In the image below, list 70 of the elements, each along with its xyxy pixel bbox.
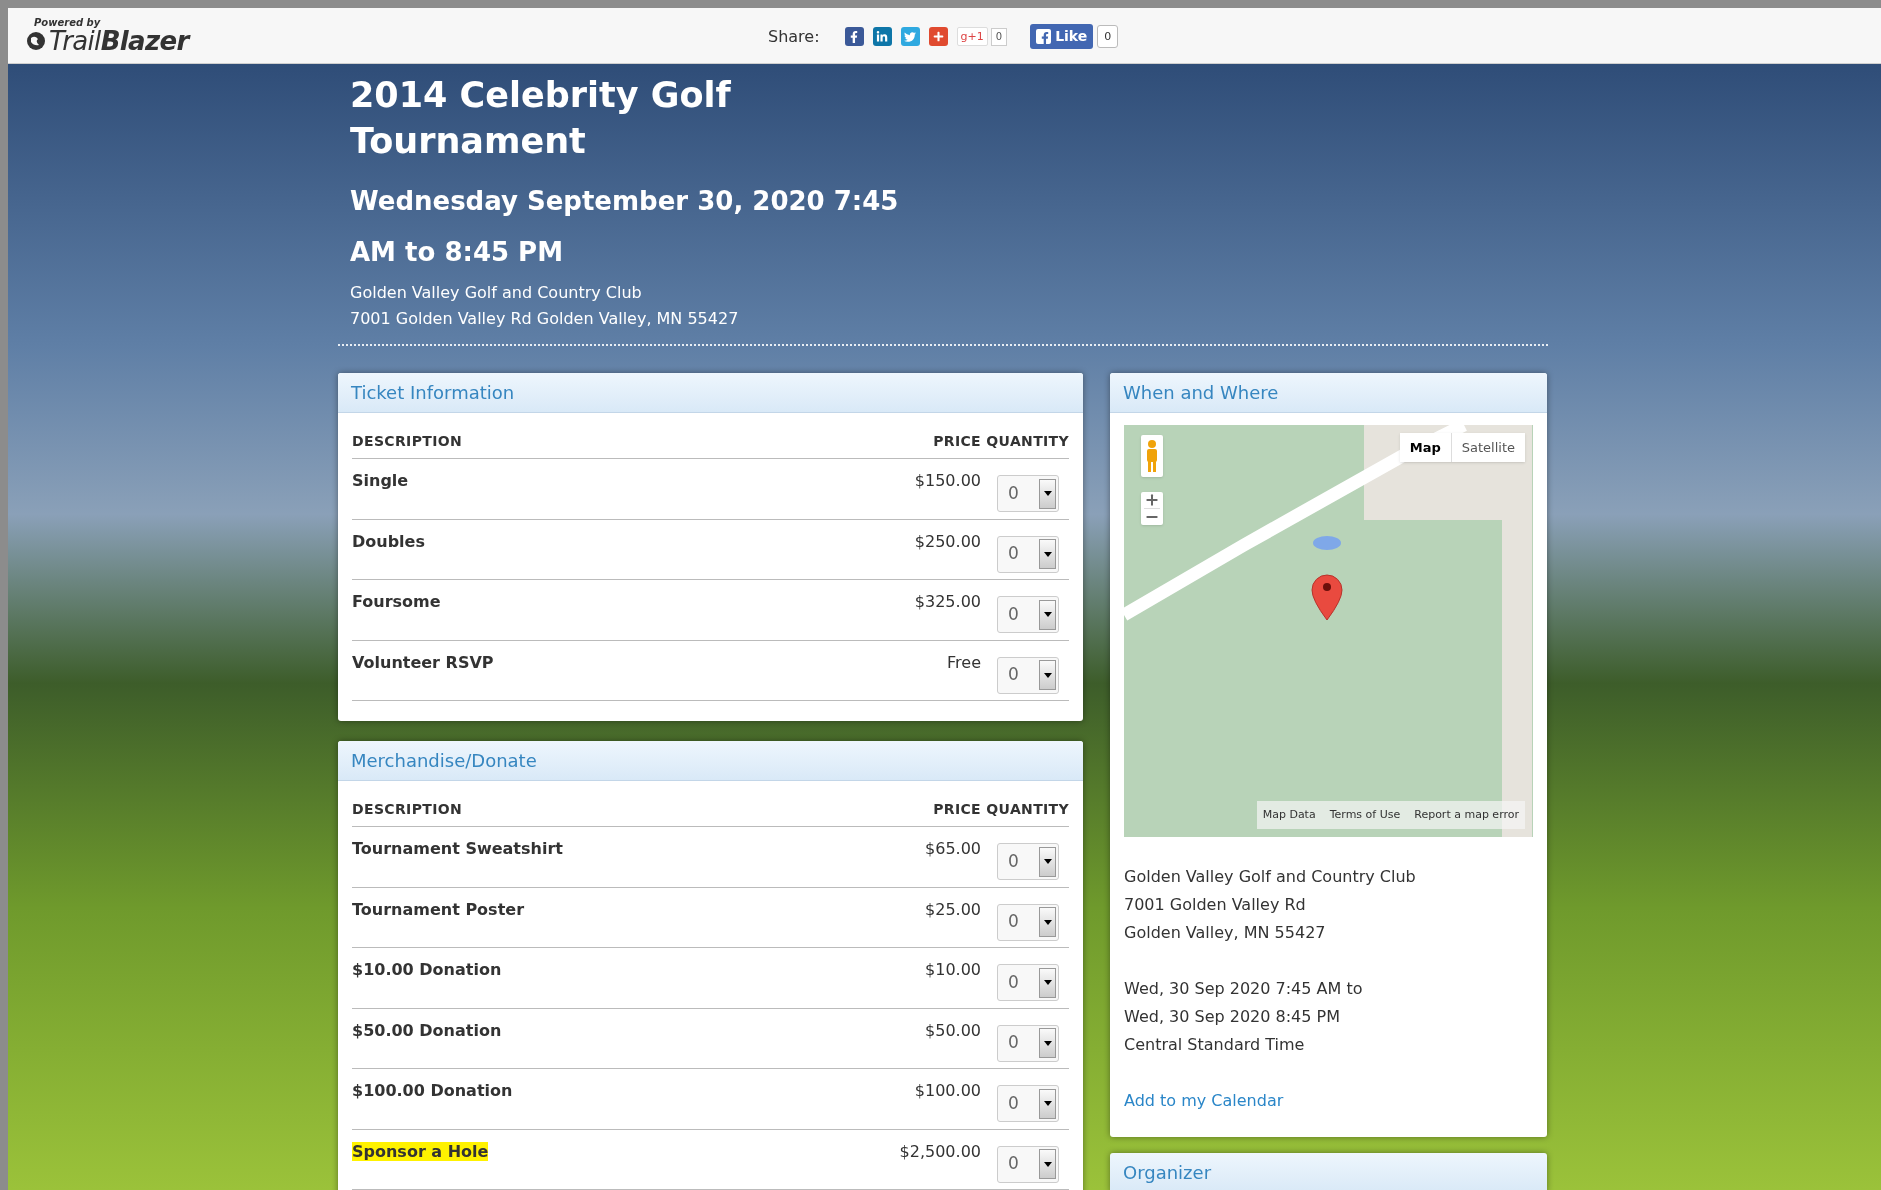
linkedin-icon[interactable]: [872, 27, 892, 46]
venue-address: 7001 Golden Valley Rd Golden Valley, MN 55427: [350, 308, 740, 330]
quantity-select[interactable]: 0: [997, 903, 1059, 941]
item-price: $50.00: [924, 1019, 981, 1042]
item-price: $10.00: [924, 959, 981, 981]
powered-by-text: Powered by: [34, 17, 102, 28]
map[interactable]: Map Satellite Map Data Terms of Use Report a map error: [1124, 425, 1533, 837]
item-description: Tournament Poster: [352, 899, 524, 919]
item-price: $2,500.00: [898, 1140, 981, 1163]
item-price: $325.00: [913, 591, 981, 613]
time-line: Wed, 30 Sep 2020 8:45 PM: [1124, 1006, 1341, 1028]
item-description: $100.00 Donation: [352, 1081, 513, 1100]
panel-title: When and Where: [1123, 381, 1279, 405]
quantity-select[interactable]: 0: [997, 475, 1059, 512]
venue-name: Golden Valley Golf and Country Club: [350, 282, 643, 304]
quantity-select[interactable]: 0: [997, 843, 1059, 880]
zoom-in-icon[interactable]: [1144, 492, 1160, 508]
quantity-select[interactable]: 0: [997, 964, 1059, 1001]
map-type-button[interactable]: Map: [1399, 433, 1451, 462]
brand-logo[interactable]: TrailBlazer: [49, 27, 189, 54]
column-header: QUANTITY: [985, 432, 1069, 451]
facebook-icon[interactable]: [844, 27, 864, 46]
panel-title: Merchandise/Donate: [351, 749, 537, 773]
address-line: Golden Valley Golf and Country Club: [1124, 866, 1417, 888]
item-description: Sponsor a Hole: [352, 1141, 489, 1161]
quantity-select[interactable]: 0: [997, 1085, 1059, 1122]
google-plus-button[interactable]: g+1: [956, 27, 988, 46]
quantity-select[interactable]: 0: [997, 656, 1059, 694]
item-description: Single: [352, 471, 409, 490]
map-footer-link[interactable]: Map Data: [1262, 801, 1316, 829]
twitter-icon[interactable]: [900, 27, 920, 46]
panel-title: Ticket Information: [351, 381, 515, 405]
event-date: Wednesday September 30, 2020 7:45 AM to 8:45 PM: [350, 185, 900, 269]
quantity-select[interactable]: 0: [997, 535, 1059, 573]
like-button[interactable]: Like: [1030, 24, 1094, 49]
like-count: 0: [1097, 25, 1119, 48]
item-description: Volunteer RSVP: [352, 652, 494, 672]
item-price: $65.00: [924, 838, 981, 860]
address-line: 7001 Golden Valley Rd: [1124, 894, 1307, 916]
item-description: $50.00 Donation: [352, 1020, 502, 1040]
map-footer-link[interactable]: Terms of Use: [1329, 801, 1401, 829]
map-type-button[interactable]: Satellite: [1450, 433, 1525, 462]
column-header: PRICE: [932, 432, 981, 451]
item-price: $100.00: [913, 1080, 981, 1102]
item-description: Tournament Sweatshirt: [352, 839, 563, 858]
panel-title: Organizer: [1123, 1161, 1212, 1185]
time-line: Central Standard Time: [1124, 1034, 1306, 1056]
column-header: DESCRIPTION: [352, 800, 464, 819]
plus-icon[interactable]: [928, 27, 948, 46]
share-label: Share:: [768, 25, 820, 48]
item-price: Free: [946, 651, 981, 674]
item-description: Foursome: [352, 592, 441, 611]
item-price: $25.00: [924, 898, 981, 921]
quantity-select[interactable]: 0: [997, 596, 1059, 633]
facebook-icon: [1036, 29, 1052, 44]
quantity-select[interactable]: 0: [997, 1145, 1059, 1183]
item-description: Doubles: [352, 531, 425, 551]
map-footer-link[interactable]: Report a map error: [1414, 801, 1519, 829]
quantity-select[interactable]: 0: [997, 1024, 1059, 1062]
item-description: $10.00 Donation: [352, 960, 502, 979]
time-line: Wed, 30 Sep 2020 7:45 AM to: [1124, 978, 1364, 1000]
column-header: QUANTITY: [985, 800, 1069, 819]
column-header: DESCRIPTION: [352, 432, 464, 451]
item-price: $250.00: [913, 530, 981, 553]
item-price: $150.00: [913, 470, 981, 492]
event-title: 2014 Celebrity Golf Tournament: [350, 74, 732, 163]
column-header: PRICE: [932, 800, 981, 819]
share-count: 0: [990, 27, 1008, 46]
add-calendar-link[interactable]: Add to my Calendar: [1124, 1087, 1533, 1115]
address-line: Golden Valley, MN 55427: [1124, 922, 1327, 944]
